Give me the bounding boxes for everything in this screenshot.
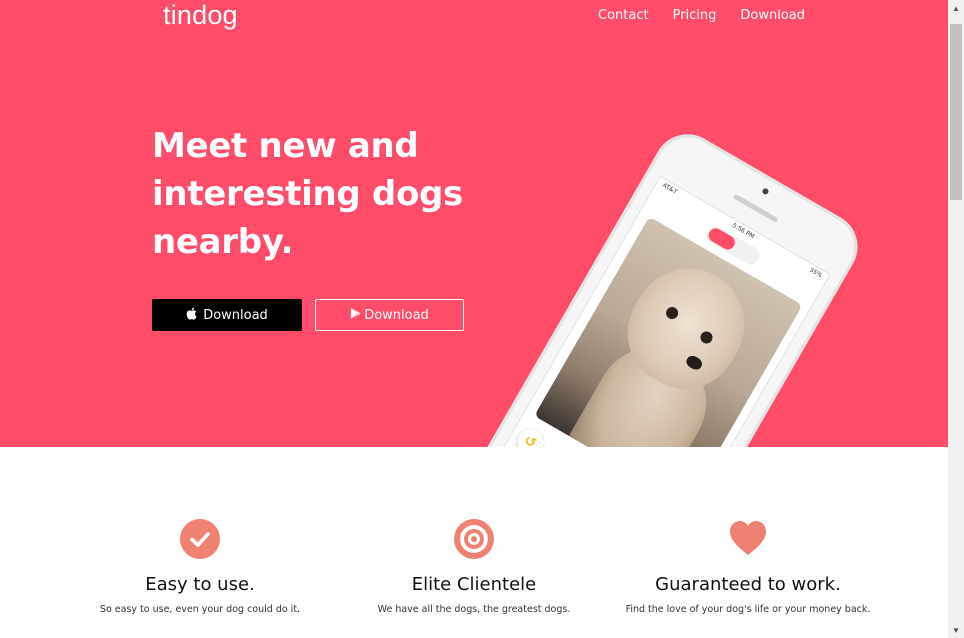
feature-title: Elite Clientele <box>411 574 537 595</box>
phone-screen: AT&T 5:56 PM 35% ↺ ✕ ★ ♥ ⚡ <box>490 175 831 447</box>
apple-download-button[interactable]: Download <box>152 299 302 331</box>
scroll-down-arrow-icon[interactable]: ▼ <box>948 622 964 638</box>
nav-link-download[interactable]: Download <box>740 8 805 23</box>
navbar-links: Contact Pricing Download <box>598 8 805 23</box>
dog-nose <box>684 353 705 372</box>
brand-logo[interactable]: tindog <box>163 0 238 31</box>
check-circle-icon <box>180 519 220 559</box>
bullseye-icon <box>454 519 494 559</box>
play-download-button[interactable]: Download <box>315 299 464 331</box>
scroll-up-arrow-icon[interactable]: ▲ <box>948 0 964 16</box>
phone-speaker <box>732 193 779 223</box>
hero-headline-line-3: nearby. <box>152 222 294 262</box>
hero-headline: Meet new and interesting dogs nearby. <box>152 122 492 266</box>
hero-headline-line-2: interesting dogs <box>152 174 463 214</box>
feature-text: We have all the dogs, the greatest dogs. <box>377 604 571 615</box>
hero-headline-line-1: Meet new and <box>152 126 419 166</box>
feature-text: Find the love of your dog's life or your… <box>625 604 871 615</box>
google-play-icon <box>350 307 361 324</box>
feature-title: Easy to use. <box>145 574 255 595</box>
phone-camera <box>761 187 770 196</box>
vertical-scrollbar[interactable]: ▲ ▼ <box>948 0 964 638</box>
feature-title: Guaranteed to work. <box>655 574 841 595</box>
rewind-icon: ↺ <box>512 424 548 447</box>
heart-icon <box>730 521 766 555</box>
phone-carrier: AT&T <box>661 181 679 196</box>
nav-link-contact[interactable]: Contact <box>598 8 649 23</box>
play-download-label: Download <box>364 307 429 323</box>
phone-mockup: AT&T 5:56 PM 35% ↺ ✕ ★ ♥ ⚡ <box>465 121 870 447</box>
flame-icon <box>706 225 738 252</box>
dog-photo <box>534 216 803 447</box>
nav-link-pricing[interactable]: Pricing <box>673 8 717 23</box>
hero-section: tindog Contact Pricing Download Meet new… <box>0 0 948 447</box>
features-section: Easy to use. So easy to use, even your d… <box>0 447 948 638</box>
apple-icon <box>186 306 197 324</box>
feature-text: So easy to use, even your dog could do i… <box>99 604 301 615</box>
dog-eye-left <box>663 304 681 322</box>
dog-eye-right <box>698 329 715 346</box>
phone-battery: 35% <box>808 266 824 280</box>
apple-download-label: Download <box>203 307 268 323</box>
scroll-thumb[interactable] <box>950 24 962 200</box>
